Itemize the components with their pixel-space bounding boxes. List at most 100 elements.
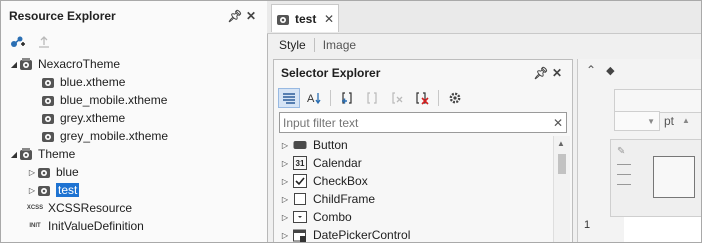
calendar-icon: 31 [293,156,307,170]
tree-item-blue[interactable]: ▷ blue [1,163,267,181]
selector-item-label: Button [313,138,348,152]
collapse-arrow-icon[interactable]: ◢ [9,60,19,69]
document-tab-label: test [295,11,317,26]
tree-item-blue-xtheme[interactable]: blue.xtheme [1,73,267,91]
selector-item-checkbox[interactable]: ▷ CheckBox [279,172,572,190]
selector-item-label: Combo [313,210,352,224]
expand-arrow-icon[interactable]: ▷ [27,168,37,177]
expand-arrow-icon[interactable]: ▷ [279,159,291,168]
selector-list: ▷ Button ▷ 31 Calendar ▷ CheckBox ▷ Chil… [279,136,572,242]
resource-explorer-header: Resource Explorer 📌︎ ✕ [1,1,267,31]
property-toolbar: ⌃ ◆ [578,59,701,81]
tree-item-initvaluedefinition[interactable]: INIT InitValueDefinition [1,217,267,235]
expand-arrow-icon[interactable]: ▷ [27,186,37,195]
close-icon[interactable]: ✕ [549,66,565,80]
property-panel: ⌃ ◆ ▼ pt ▲ ✎ 1 [577,59,701,242]
button-icon [293,138,307,152]
resource-explorer-toolbar [1,31,267,55]
font-size-dropdown[interactable]: ▼ [614,111,660,131]
font-field[interactable] [614,89,701,113]
theme-icon [37,165,51,179]
scroll-up-arrow-icon[interactable]: ▲ [557,139,565,148]
xtheme-file-icon [41,129,55,143]
tab-image[interactable]: Image [315,38,364,52]
line-style-icon[interactable] [617,164,631,165]
app-window: Resource Explorer 📌︎ ✕ ◢ NexacroTheme bl… [0,0,702,243]
settings-gear-icon[interactable] [444,88,466,108]
document-tabbar: test ✕ [267,1,701,34]
pin-icon[interactable]: 📌︎ [533,66,549,80]
selector-item-button[interactable]: ▷ Button [279,136,572,154]
delete-selector-icon[interactable] [411,88,433,108]
selector-item-label: DatePickerControl [313,228,411,242]
tree-item-test[interactable]: ▷ test [1,181,267,199]
tree-item-grey-mobile-xtheme[interactable]: grey_mobile.xtheme [1,127,267,145]
toolbar-divider [330,90,331,106]
tree-item-label: InitValueDefinition [48,219,144,233]
line-style-icon[interactable] [617,174,631,175]
checkbox-icon [293,174,307,188]
combo-icon [293,210,307,224]
export-icon[interactable] [37,35,51,52]
theme-icon [37,183,51,197]
filter-input[interactable] [280,115,550,130]
scrollbar-thumb[interactable] [558,154,566,174]
tree-item-label: grey.xtheme [60,111,126,125]
tree-item-label: blue.xtheme [60,75,126,89]
code-area[interactable] [624,217,701,242]
unit-label: pt [664,114,675,128]
xtheme-file-icon [41,75,55,89]
resource-explorer-panel: Resource Explorer 📌︎ ✕ ◢ NexacroTheme bl… [1,1,268,242]
remove-selector-icon[interactable] [386,88,408,108]
close-icon[interactable]: ✕ [243,9,259,23]
tree-item-label: blue [56,165,79,179]
svg-text:A: A [307,93,315,105]
xcss-icon: XCSS [26,205,44,211]
selector-explorer-title: Selector Explorer [281,66,381,80]
tree-item-label: NexacroTheme [38,57,121,71]
selector-item-childframe[interactable]: ▷ ChildFrame [279,190,572,208]
tree-item-theme[interactable]: ◢ Theme [1,145,267,163]
tree-item-grey-xtheme[interactable]: grey.xtheme [1,109,267,127]
sort-alphabetical-icon[interactable]: A [303,88,325,108]
selector-item-calendar[interactable]: ▷ 31 Calendar [279,154,572,172]
tree-item-nexacrotheme[interactable]: ◢ NexacroTheme [1,55,267,73]
expand-arrow-icon[interactable]: ▷ [279,141,291,150]
tree-item-label: XCSSResource [48,201,133,215]
clear-filter-icon[interactable]: ✕ [550,116,566,130]
brush-icon[interactable]: ✎ [617,146,625,157]
expand-arrow-icon[interactable]: ▷ [279,177,291,186]
tree-item-blue-mobile-xtheme[interactable]: blue_mobile.xtheme [1,91,267,109]
collapse-up-icon[interactable]: ⌃ [586,63,596,77]
line-style-icon[interactable] [617,184,631,185]
selector-explorer-toolbar: A [274,86,572,110]
tree-item-label: blue_mobile.xtheme [60,93,168,107]
expand-arrow-icon[interactable]: ▷ [279,195,291,204]
add-selector-icon[interactable] [336,88,358,108]
datepicker-icon [293,228,307,242]
selector-item-combo[interactable]: ▷ Combo [279,208,572,226]
tab-style[interactable]: Style [271,38,314,52]
pin-icon[interactable]: 📌︎ [227,9,243,23]
xtheme-file-icon [41,93,55,107]
expand-arrow-icon[interactable]: ▷ [279,213,291,222]
style-preview-frame: ✎ [610,139,701,217]
add-resource-icon[interactable] [9,34,25,53]
selector-item-label: ChildFrame [313,192,376,206]
line-number: 1 [584,219,591,231]
selector-item-datepickercontrol[interactable]: ▷ DatePickerControl [279,226,572,242]
expand-arrow-icon[interactable]: ▷ [279,231,291,240]
edit-selector-icon[interactable] [361,88,383,108]
xtheme-file-icon [41,111,55,125]
tree-item-label: grey_mobile.xtheme [60,129,169,143]
close-tab-icon[interactable]: ✕ [324,12,334,26]
group-view-icon[interactable] [278,88,300,108]
tree-item-xcssresource[interactable]: XCSS XCSSResource [1,199,267,217]
diamond-icon[interactable]: ◆ [606,64,614,77]
stepper-icon[interactable]: ▲ [682,113,700,129]
selector-list-scrollbar[interactable]: ▲ [553,136,570,242]
collapse-arrow-icon[interactable]: ◢ [9,150,19,159]
filter-field: ✕ [279,112,567,133]
document-tab-test[interactable]: test ✕ [271,4,339,32]
selector-explorer-header: Selector Explorer 📌︎ ✕ [274,60,572,86]
